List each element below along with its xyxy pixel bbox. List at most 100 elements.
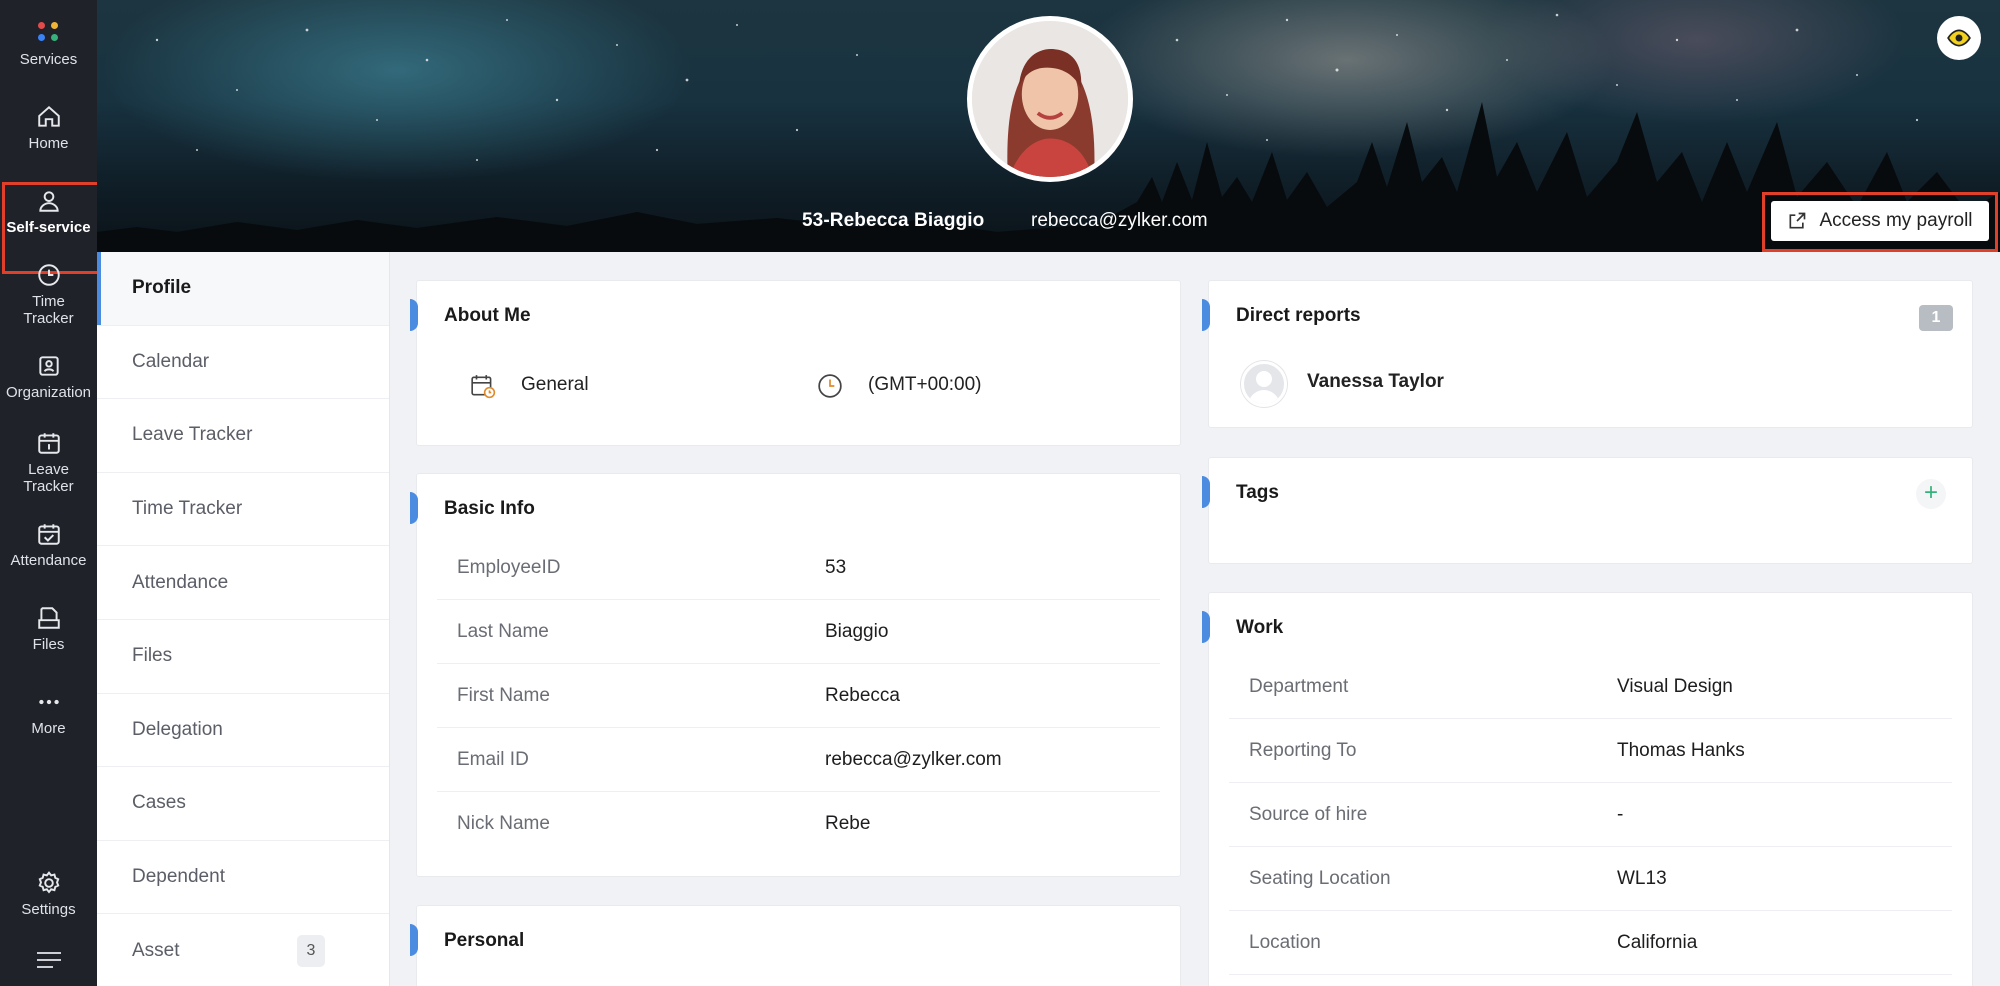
field-label: Nick Name xyxy=(457,813,550,834)
field-value: Rebe xyxy=(825,813,871,834)
report-avatar[interactable] xyxy=(1241,361,1287,407)
person-icon xyxy=(38,191,59,212)
payroll-highlight: Access my payroll xyxy=(1762,192,1998,252)
shift-calendar-icon xyxy=(471,375,496,399)
field-label: EmployeeID xyxy=(457,557,561,578)
employee-name: 53-Rebecca Biaggio xyxy=(802,210,985,231)
basic-row-employee-id: EmployeeID 53 xyxy=(437,536,1160,600)
field-value: - xyxy=(1617,804,1624,825)
rail-item-files[interactable]: Files xyxy=(0,605,97,654)
basic-info-card: Basic Info EmployeeID 53 Last Name Biagg… xyxy=(410,473,1181,877)
subnav-item-files[interactable]: Files xyxy=(97,620,389,694)
left-rail: Services Home Self-service Time Tracker … xyxy=(0,0,103,986)
rail-item-self-service[interactable]: Self-service xyxy=(0,182,103,274)
profile-subnav: Profile Calendar Leave Tracker Time Trac… xyxy=(97,252,390,986)
basic-row-email: Email ID rebecca@zylker.com xyxy=(437,728,1160,792)
rail-label: Time Tracker xyxy=(23,293,74,327)
field-value: Thomas Hanks xyxy=(1617,740,1745,761)
card-title: Personal xyxy=(409,924,525,956)
rail-label: Home xyxy=(28,135,69,152)
files-icon xyxy=(37,607,60,629)
rail-item-organization[interactable]: Organization xyxy=(0,353,97,402)
rail-item-attendance[interactable]: Attendance xyxy=(0,521,97,570)
direct-reports-card: Direct reports 1 Vanessa Taylor xyxy=(1202,280,1973,428)
report-name[interactable]: Vanessa Taylor xyxy=(1307,371,1444,393)
rail-item-time-tracker[interactable]: Time Tracker xyxy=(0,262,97,328)
rail-label: Services xyxy=(19,51,78,68)
card-title: Direct reports xyxy=(1202,299,1361,331)
work-row-seating-location: Seating Location WL13 xyxy=(1229,847,1952,911)
work-row-department: Department Visual Design xyxy=(1229,655,1952,719)
profile-avatar[interactable] xyxy=(967,16,1133,182)
employee-email: rebecca@zylker.com xyxy=(1031,210,1208,231)
card-title: Work xyxy=(1201,611,1284,643)
subnav-item-profile[interactable]: Profile xyxy=(97,252,389,326)
clock-icon xyxy=(37,264,60,286)
subnav-label: Files xyxy=(132,645,173,667)
card-title: About Me xyxy=(410,299,531,331)
field-label: Location xyxy=(1249,932,1321,953)
subnav-label: Cases xyxy=(132,792,186,814)
subnav-item-leave-tracker[interactable]: Leave Tracker xyxy=(97,399,389,473)
rail-item-leave-tracker[interactable]: Leave Tracker xyxy=(0,430,97,496)
rail-item-settings[interactable]: Settings xyxy=(0,870,97,919)
menu-toggle-button[interactable] xyxy=(0,950,97,976)
profile-banner: 53-Rebecca Biaggio rebecca@zylker.com Ac… xyxy=(97,0,2000,252)
field-value: Visual Design xyxy=(1617,676,1733,697)
rail-label: More xyxy=(31,720,66,737)
subnav-label: Profile xyxy=(132,277,192,299)
subnav-item-asset[interactable]: Asset 3 xyxy=(97,914,389,986)
subnav-item-cases[interactable]: Cases xyxy=(97,767,389,841)
organization-icon xyxy=(38,356,59,376)
timezone-value: (GMT+00:00) xyxy=(868,374,982,395)
rail-item-more[interactable]: More xyxy=(0,689,97,738)
access-payroll-label: Access my payroll xyxy=(1819,210,1973,231)
field-value: California xyxy=(1617,932,1698,953)
basic-row-first-name: First Name Rebecca xyxy=(437,664,1160,728)
field-value: WL13 xyxy=(1617,868,1667,889)
field-label: Last Name xyxy=(457,621,549,642)
field-value: Rebecca xyxy=(825,685,900,706)
subnav-label: Dependent xyxy=(132,866,225,888)
subnav-item-calendar[interactable]: Calendar xyxy=(97,326,389,400)
field-label: Email ID xyxy=(457,749,529,770)
home-icon xyxy=(37,105,60,127)
rail-label: Files xyxy=(32,636,65,653)
rail-item-services[interactable]: Services xyxy=(0,20,97,69)
shift-value: General xyxy=(521,374,589,395)
subnav-label: Leave Tracker xyxy=(132,424,253,446)
timezone-clock-icon xyxy=(818,374,842,398)
work-row-location: Location California xyxy=(1229,911,1952,975)
work-row-source-of-hire: Source of hire - xyxy=(1229,783,1952,847)
access-payroll-button[interactable]: Access my payroll xyxy=(1771,201,1989,241)
basic-row-last-name: Last Name Biaggio xyxy=(437,600,1160,664)
rail-label: Attendance xyxy=(10,552,87,569)
rail-label: Leave Tracker xyxy=(23,461,74,495)
subnav-label: Attendance xyxy=(132,571,229,593)
plus-icon: + xyxy=(1923,479,1938,506)
eye-icon xyxy=(1947,29,1971,47)
rail-item-home[interactable]: Home xyxy=(0,104,97,153)
rail-label: Self-service xyxy=(6,219,91,236)
field-label: Seating Location xyxy=(1249,868,1391,889)
attendance-icon xyxy=(37,524,60,545)
card-title: Basic Info xyxy=(410,492,535,524)
basic-row-nick-name: Nick Name Rebe xyxy=(437,792,1160,856)
field-value: 53 xyxy=(825,557,847,578)
subnav-item-time-tracker[interactable]: Time Tracker xyxy=(97,473,389,547)
field-label: Reporting To xyxy=(1249,740,1357,761)
work-row-reporting-to: Reporting To Thomas Hanks xyxy=(1229,719,1952,783)
subnav-item-delegation[interactable]: Delegation xyxy=(97,694,389,768)
view-as-button[interactable] xyxy=(1937,16,1981,60)
subnav-label: Asset xyxy=(132,939,180,961)
subnav-label: Time Tracker xyxy=(132,498,243,520)
subnav-item-dependent[interactable]: Dependent xyxy=(97,841,389,915)
profile-photo xyxy=(972,21,1128,177)
card-title: Tags xyxy=(1202,476,1279,508)
add-tag-button[interactable]: + xyxy=(1916,479,1946,509)
subnav-item-attendance[interactable]: Attendance xyxy=(97,546,389,620)
default-user-icon xyxy=(1248,371,1280,404)
field-label: Department xyxy=(1249,676,1349,697)
field-label: Source of hire xyxy=(1249,804,1368,825)
personal-card: Personal xyxy=(409,905,1181,986)
